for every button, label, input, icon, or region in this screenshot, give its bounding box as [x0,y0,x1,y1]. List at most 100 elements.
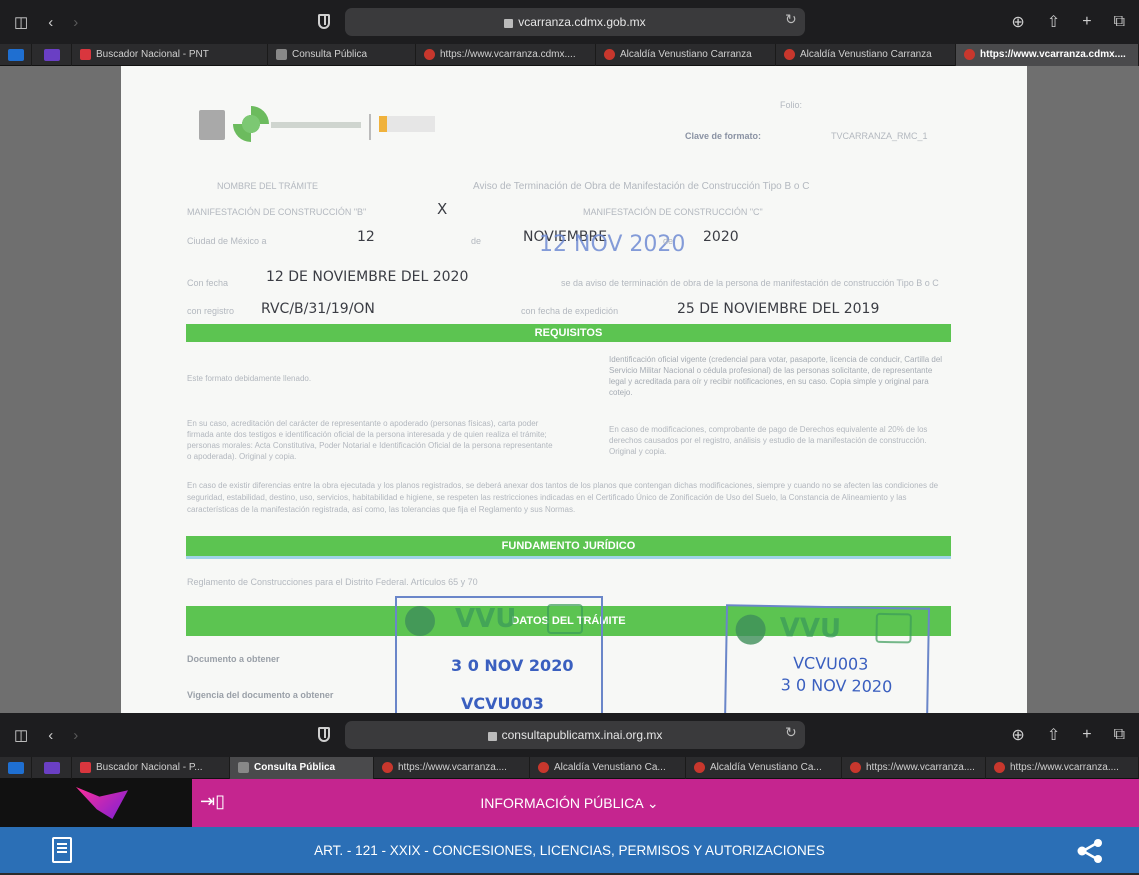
red-favicon-icon [382,762,393,773]
pnt-icon [80,762,91,773]
red-favicon-icon [694,762,705,773]
scanned-document: Folio: Clave de formato: TVCARRANZA_RMC_… [121,66,1027,713]
privacy-shield-icon[interactable] [318,727,330,742]
req-left-2: En su caso, acreditación del carácter de… [187,419,553,461]
stamp-seal-icon [875,612,912,644]
manif-b-mark: X [437,200,448,218]
browser-toolbar: ◫ ‹ › consultapublicamx.inai.org.mx ↻ ⊕ … [0,713,1139,757]
fundamento-text: Reglamento de Construcciones para el Dis… [187,577,478,587]
stamp-emblem-icon [405,606,435,636]
red-favicon-icon [850,762,861,773]
logo-divider [369,114,371,140]
browser-window-bottom: ◫ ‹ › consultapublicamx.inai.org.mx ↻ ⊕ … [0,713,1139,779]
stamp-2-date: 3 0 NOV 2020 [780,675,893,697]
stamp-1-code: VCVU003 [461,694,544,713]
stamp-logo-text: VVU [779,613,842,645]
stamp-1-date: 3 0 NOV 2020 [451,656,574,675]
login-icon[interactable]: ⇥▯ [200,791,225,812]
sidebar-toggle-icon[interactable]: ◫ [14,726,28,744]
address-bar[interactable]: vcarranza.cdmx.gob.mx [345,8,805,36]
reload-icon[interactable]: ↻ [785,11,797,28]
tab-vcarranza-1[interactable]: https://www.vcarranza.... [374,756,530,779]
reload-icon[interactable]: ↻ [785,724,797,741]
registro-label: con registro [187,306,235,316]
pinned-tab-mail[interactable] [32,43,72,66]
tab-alcaldia-1[interactable]: Alcaldía Venustiano Carranza [596,43,776,66]
forward-icon[interactable]: › [73,727,78,744]
tab-overview-icon[interactable]: ⧉ [1114,726,1125,744]
de-label-1: de [471,236,482,246]
req-left-1: Este formato debidamente llenado. [187,374,312,383]
mail-icon [44,761,60,774]
new-tab-icon[interactable]: + [1082,13,1091,31]
doc-obtener-label: Documento a obtener [187,654,280,664]
tab-alcaldia-1[interactable]: Alcaldía Venustiano Ca... [530,756,686,779]
tab-overview-icon[interactable]: ⧉ [1114,13,1125,31]
red-favicon-icon [538,762,549,773]
cdmx-logo-icon [233,106,269,142]
tab-vcarranza-active[interactable]: https://www.vcarranza.cdmx.... [956,43,1139,66]
fecha-label: Con fecha [187,278,229,288]
nombre-tramite-label: NOMBRE DEL TRÁMITE [217,181,319,191]
vigencia-label: Vigencia del documento a obtener [187,690,334,700]
portal-logo[interactable] [0,779,192,827]
fecha-value: 12 DE NOVIEMBRE DEL 2020 [266,269,469,285]
red-favicon-icon [994,762,1005,773]
share-icon[interactable] [1075,839,1105,863]
outlook-icon [8,48,24,61]
lock-icon [504,18,514,28]
privacy-shield-icon[interactable] [318,14,330,29]
back-icon[interactable]: ‹ [48,727,53,744]
article-title: ART. - 121 - XXIX - CONCESIONES, LICENCI… [314,843,825,858]
clave-value: TVCARRANZA_RMC_1 [831,131,928,141]
lock-icon [487,731,497,741]
tab-buscador[interactable]: Buscador Nacional - P... [72,756,230,779]
tab-consulta[interactable]: Consulta Pública [268,43,416,66]
back-icon[interactable]: ‹ [48,14,53,31]
anio-value: 2020 [703,229,739,245]
req-right-2: En caso de modificaciones, comprobante d… [609,425,928,456]
tab-vcarranza-3[interactable]: https://www.vcarranza.... [986,756,1139,779]
tab-buscador[interactable]: Buscador Nacional - PNT [72,43,268,66]
download-icon[interactable]: ⊕ [1011,725,1024,745]
stamp-seal-icon [547,604,583,634]
download-icon[interactable]: ⊕ [1011,12,1024,32]
page-icon [238,762,249,773]
pdf-viewer[interactable]: Folio: Clave de formato: TVCARRANZA_RMC_… [0,66,1139,713]
pinned-tab-mail[interactable] [32,756,72,779]
mexico-seal-icon [199,110,225,140]
manif-c-label: MANIFESTACIÓN DE CONSTRUCCIÓN "C" [583,207,763,217]
page-icon [276,49,287,60]
new-tab-icon[interactable]: + [1082,726,1091,744]
requisitos-header: REQUISITOS [186,324,951,342]
fecha-reg-value: 25 DE NOVIEMBRE DEL 2019 [677,301,880,317]
inai-logo-icon [76,787,128,819]
browser-toolbar: ◫ ‹ › vcarranza.cdmx.gob.mx ↻ ⊕ ⇧ + ⧉ [0,0,1139,44]
tab-vcarranza-2[interactable]: https://www.vcarranza.... [842,756,986,779]
forward-icon[interactable]: › [73,14,78,31]
req-right-1: Identificación oficial vigente (credenci… [609,355,943,397]
share-icon[interactable]: ⇧ [1047,12,1060,32]
fecha-text: se da aviso de terminación de obra de la… [561,278,939,288]
clave-label: Clave de formato: [685,131,762,141]
stamp-logo-text: VVU [455,604,517,634]
tab-alcaldia-2[interactable]: Alcaldía Venustiano Ca... [686,756,842,779]
address-bar[interactable]: consultapublicamx.inai.org.mx [345,721,805,749]
pinned-tab-outlook[interactable] [0,756,32,779]
red-favicon-icon [604,49,615,60]
pnt-icon [80,49,91,60]
folio-label: Folio: [780,100,803,110]
nombre-tramite: Aviso de Terminación de Obra de Manifest… [473,181,810,192]
fundamento-header: FUNDAMENTO JURÍDICO [186,536,951,556]
sidebar-toggle-icon[interactable]: ◫ [14,13,28,31]
pinned-tab-outlook[interactable] [0,43,32,66]
divider-line [186,556,951,559]
tab-vcarranza-1[interactable]: https://www.vcarranza.cdmx.... [416,43,596,66]
tab-consulta-active[interactable]: Consulta Pública [230,756,374,779]
red-favicon-icon [424,49,435,60]
tab-bar: Buscador Nacional - P... Consulta Públic… [0,756,1139,779]
tab-alcaldia-2[interactable]: Alcaldía Venustiano Carranza [776,43,956,66]
received-stamp-2: VVU VCVU003 3 0 NOV 2020 [723,604,931,713]
share-icon[interactable]: ⇧ [1047,725,1060,745]
mail-icon [44,48,60,61]
